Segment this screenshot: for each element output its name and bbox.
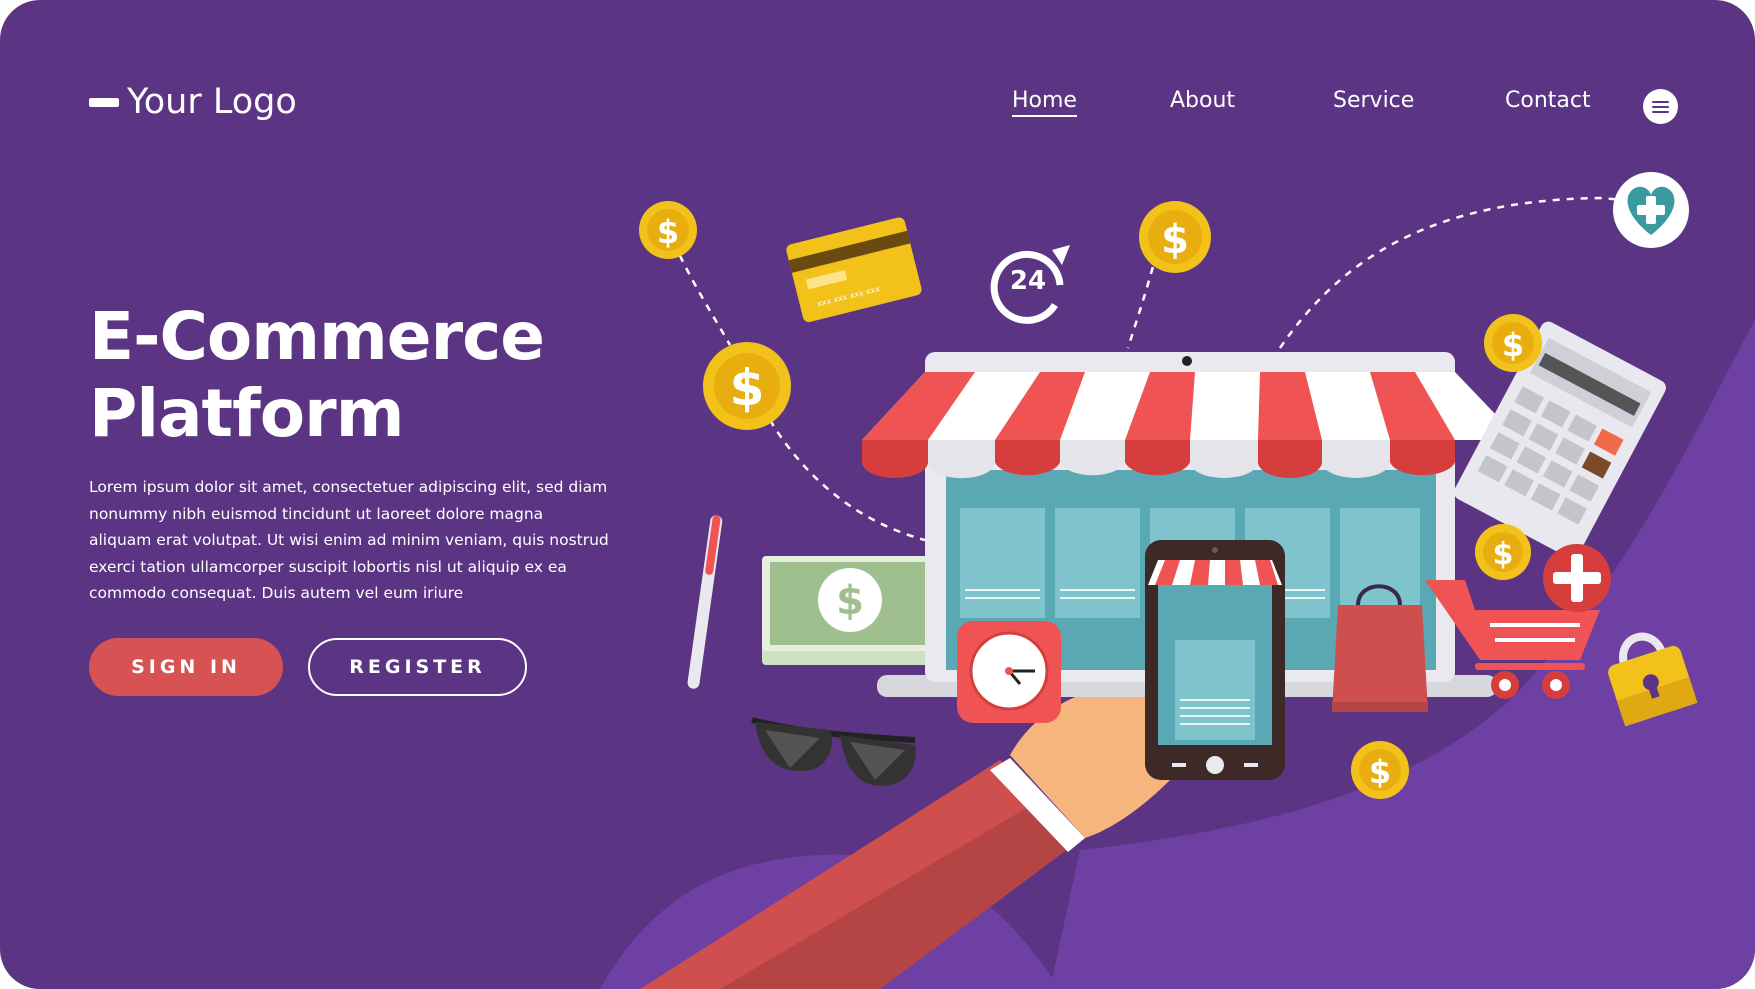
smartphone-icon [1145,540,1285,780]
sunglasses-icon [751,717,916,786]
coin-symbol: $ [1493,537,1514,572]
hand-icon [640,669,1189,989]
heart-plus-icon[interactable] [1613,172,1689,248]
coin-symbol: $ [657,213,679,251]
dollar-coin-icon: $ [1475,524,1531,580]
ecommerce-illustration: $ xxx xxx xxx xxx 24 $ $ $ $ $ $ [639,172,1698,989]
24-hour-label: 24 [1010,266,1046,296]
padlock-icon [1608,632,1698,727]
24-hour-icon: 24 [990,245,1070,324]
coin-symbol: $ [1502,326,1524,364]
alarm-clock-icon [957,621,1061,723]
coin-symbol: $ [730,359,765,417]
dollar-coin-icon: $ [1351,741,1409,799]
calculator-icon [1454,321,1666,559]
coin-symbol: $ [1369,753,1391,791]
banknote-stack-icon: $ [762,556,947,665]
dollar-coin-icon: $ [703,342,791,430]
dollar-coin-icon: $ [1139,201,1211,273]
shopping-bag-icon [1332,584,1428,712]
landing-page: Your Logo Home About Service Contact E-C… [0,0,1755,989]
banknote-symbol: $ [836,578,864,624]
lipstick-pen-icon [687,515,723,689]
coin-symbol: $ [1161,217,1189,263]
credit-card-icon: xxx xxx xxx xxx [786,217,922,323]
dollar-coin-icon: $ [1484,314,1542,372]
dollar-coin-icon: $ [639,201,697,259]
